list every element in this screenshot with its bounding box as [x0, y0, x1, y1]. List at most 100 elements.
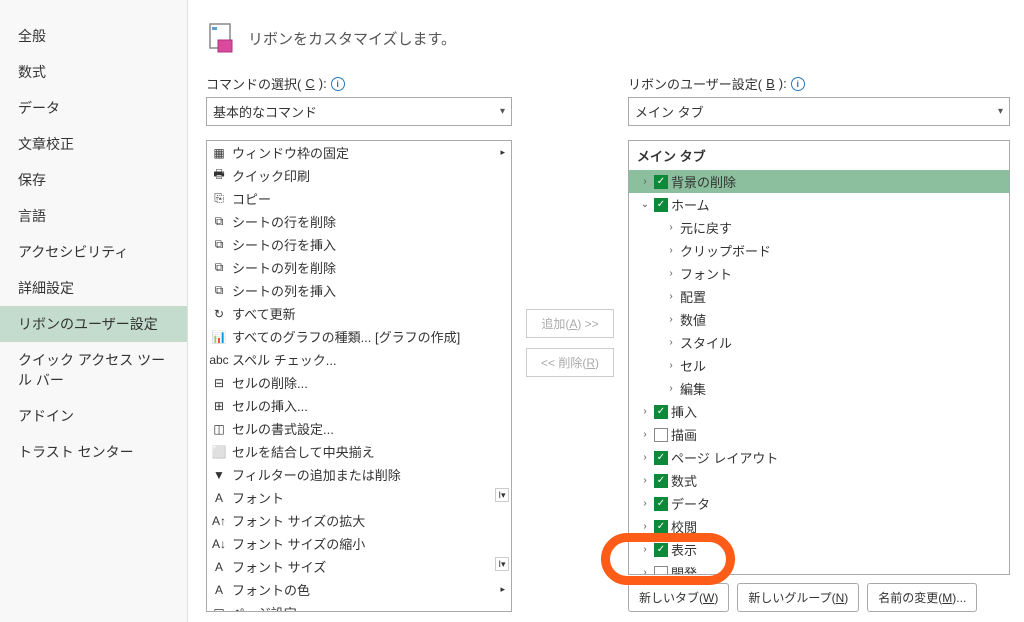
checkbox[interactable]: ✓ — [654, 198, 668, 212]
info-icon[interactable]: i — [791, 77, 805, 91]
tree-row[interactable]: ›スタイル — [629, 331, 1009, 354]
tree-row[interactable]: ›クリップボード — [629, 239, 1009, 262]
command-row[interactable]: ▦ウィンドウ枠の固定▸ — [207, 141, 511, 164]
tree-row[interactable]: ›✓ページ レイアウト — [629, 446, 1009, 469]
command-row[interactable]: ⧉シートの行を削除 — [207, 210, 511, 233]
chevron-right-icon[interactable]: › — [665, 268, 677, 279]
command-row[interactable]: Aフォントの色▸ — [207, 578, 511, 601]
chevron-right-icon[interactable]: › — [665, 383, 677, 394]
font-icon: A — [211, 490, 227, 506]
tree-row[interactable]: ›セル — [629, 354, 1009, 377]
chevron-right-icon[interactable]: › — [639, 521, 651, 532]
checkbox[interactable]: ✓ — [654, 520, 668, 534]
tree-row[interactable]: ›✓データ — [629, 492, 1009, 515]
chevron-right-icon[interactable]: › — [665, 222, 677, 233]
tree-row[interactable]: ›フォント — [629, 262, 1009, 285]
tree-row[interactable]: ›✓挿入 — [629, 400, 1009, 423]
chevron-right-icon[interactable]: › — [639, 498, 651, 509]
tree-row[interactable]: ›編集 — [629, 377, 1009, 400]
tree-row[interactable]: ›元に戻す — [629, 216, 1009, 239]
chevron-right-icon[interactable]: › — [639, 176, 651, 187]
command-row[interactable]: ⧉シートの列を削除 — [207, 256, 511, 279]
chevron-right-icon[interactable]: › — [665, 291, 677, 302]
commands-list[interactable]: ▦ウィンドウ枠の固定▸🖶クイック印刷⎘コピー⧉シートの行を削除⧉シートの行を挿入… — [207, 141, 511, 611]
sidebar-item[interactable]: アクセシビリティ — [0, 234, 187, 270]
options-sidebar: 全般数式データ文章校正保存言語アクセシビリティ詳細設定リボンのユーザー設定クイッ… — [0, 0, 188, 622]
command-row[interactable]: ⎘コピー — [207, 187, 511, 210]
command-row[interactable]: A↓フォント サイズの縮小 — [207, 532, 511, 555]
remove-button[interactable]: << 削除(R) — [526, 348, 614, 377]
chevron-right-icon[interactable]: › — [665, 245, 677, 256]
sidebar-item[interactable]: リボンのユーザー設定 — [0, 306, 187, 342]
chevron-right-icon[interactable]: › — [639, 544, 651, 555]
sidebar-item[interactable]: 文章校正 — [0, 126, 187, 162]
chevron-right-icon[interactable]: › — [639, 475, 651, 486]
commands-dropdown[interactable]: 基本的なコマンド ▾ — [206, 97, 512, 126]
command-row[interactable]: ⬜セルを結合して中央揃え — [207, 440, 511, 463]
freeze-icon: ▦ — [211, 145, 227, 161]
add-button[interactable]: 追加(A) >> — [526, 309, 614, 338]
ribbon-dropdown[interactable]: メイン タブ ▾ — [628, 97, 1010, 126]
chevron-right-icon[interactable]: › — [639, 452, 651, 463]
checkbox[interactable] — [654, 566, 668, 575]
info-icon[interactable]: i — [331, 77, 345, 91]
command-row[interactable]: ⧉シートの列を挿入 — [207, 279, 511, 302]
tree-row[interactable]: ⌄✓ホーム — [629, 193, 1009, 216]
command-row[interactable]: ⊞セルの挿入... — [207, 394, 511, 417]
tree-row[interactable]: ›数値 — [629, 308, 1009, 331]
command-label: フォントの色 — [232, 580, 507, 599]
command-row[interactable]: ⊟セルの削除... — [207, 371, 511, 394]
sidebar-item[interactable]: データ — [0, 90, 187, 126]
insrow-icon: ⧉ — [211, 237, 227, 253]
sidebar-item[interactable]: 全般 — [0, 18, 187, 54]
checkbox[interactable]: ✓ — [654, 497, 668, 511]
checkbox[interactable]: ✓ — [654, 405, 668, 419]
sidebar-item[interactable]: 詳細設定 — [0, 270, 187, 306]
command-label: フィルターの追加または削除 — [232, 465, 507, 484]
new-group-button[interactable]: 新しいグループ(N) — [737, 583, 859, 612]
command-row[interactable]: ↻すべて更新 — [207, 302, 511, 325]
command-row[interactable]: ⧉シートの行を挿入 — [207, 233, 511, 256]
checkbox[interactable]: ✓ — [654, 451, 668, 465]
chevron-right-icon[interactable]: › — [665, 314, 677, 325]
chevron-right-icon[interactable]: › — [665, 360, 677, 371]
tree-row[interactable]: ›描画 — [629, 423, 1009, 446]
sidebar-item[interactable]: アドイン — [0, 398, 187, 434]
sidebar-item[interactable]: 保存 — [0, 162, 187, 198]
chevron-right-icon[interactable]: › — [639, 567, 651, 574]
submenu-arrow-icon: ▸ — [500, 584, 505, 595]
tree-row[interactable]: ›✓校閲 — [629, 515, 1009, 538]
command-row[interactable]: Aフォント サイズI▾ — [207, 555, 511, 578]
command-row[interactable]: A↑フォント サイズの拡大 — [207, 509, 511, 532]
checkbox[interactable]: ✓ — [654, 543, 668, 557]
command-row[interactable]: ◫セルの書式設定... — [207, 417, 511, 440]
delcell-icon: ⊟ — [211, 375, 227, 391]
tree-row[interactable]: ›✓数式 — [629, 469, 1009, 492]
command-row[interactable]: ▼フィルターの追加または削除 — [207, 463, 511, 486]
checkbox[interactable]: ✓ — [654, 175, 668, 189]
sidebar-item[interactable]: クイック アクセス ツール バー — [0, 342, 187, 398]
sidebar-item[interactable]: 数式 — [0, 54, 187, 90]
chevron-right-icon[interactable]: › — [639, 429, 651, 440]
new-tab-button[interactable]: 新しいタブ(W) — [628, 583, 729, 612]
tree-row[interactable]: ›開発 — [629, 561, 1009, 574]
checkbox[interactable] — [654, 428, 668, 442]
rename-button[interactable]: 名前の変更(M)... — [867, 583, 977, 612]
command-row[interactable]: AフォントI▾ — [207, 486, 511, 509]
command-row[interactable]: 📊すべてのグラフの種類... [グラフの作成] — [207, 325, 511, 348]
merge-icon: ⬜ — [211, 444, 227, 460]
command-row[interactable]: ▤ページ設定 — [207, 601, 511, 611]
chevron-right-icon[interactable]: › — [665, 337, 677, 348]
checkbox[interactable]: ✓ — [654, 474, 668, 488]
sidebar-item[interactable]: トラスト センター — [0, 434, 187, 470]
command-row[interactable]: 🖶クイック印刷 — [207, 164, 511, 187]
chevron-down-icon[interactable]: ⌄ — [639, 199, 651, 210]
sidebar-item[interactable]: 言語 — [0, 198, 187, 234]
tree-row[interactable]: ›✓背景の削除 — [629, 170, 1009, 193]
ribbon-tree[interactable]: ›✓背景の削除⌄✓ホーム›元に戻す›クリップボード›フォント›配置›数値›スタイ… — [629, 170, 1009, 574]
tree-row[interactable]: ›配置 — [629, 285, 1009, 308]
tree-row[interactable]: ›✓表示 — [629, 538, 1009, 561]
command-label: セルの書式設定... — [232, 419, 507, 438]
command-row[interactable]: abcスペル チェック... — [207, 348, 511, 371]
chevron-right-icon[interactable]: › — [639, 406, 651, 417]
